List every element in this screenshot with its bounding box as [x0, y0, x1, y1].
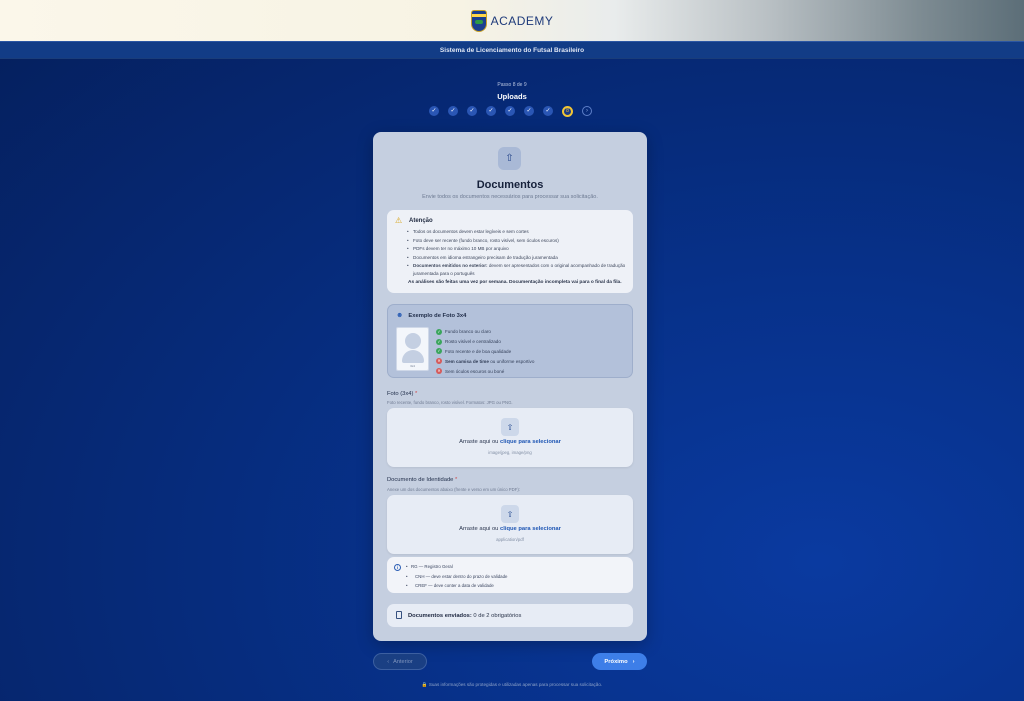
requirement-item: ✓ Fundo branco ou claro [436, 327, 534, 337]
attention-item: Foto deve ser recente (fundo branco, ros… [407, 237, 633, 246]
sample-label: 3x4 [410, 364, 415, 368]
attention-header: ⚠ Atenção [395, 217, 433, 225]
upload-icon: ⇧ [501, 505, 519, 523]
id-field-hint: Anexe um dos documentos abaixo (frente e… [387, 487, 521, 492]
photo-example-title: Exemplo de Foto 3x4 [408, 312, 467, 319]
system-title: Sistema de Licenciamento do Futsal Brasi… [439, 46, 585, 54]
id-doc-item: CREF — deve conter a data de validade [406, 581, 508, 591]
dropzone-prefix: Arraste aqui ou [459, 526, 501, 532]
accepted-types: image/jpeg, image/png [488, 450, 532, 455]
cbfs-crest-icon [470, 9, 487, 32]
top-banner: ACADEMY [0, 0, 1024, 41]
id-doc-item: CNH — deve estar dentro do prazo de vali… [406, 572, 507, 582]
id-label-text: Documento de Identidade [387, 477, 454, 483]
step-7-done[interactable]: ✓ [543, 106, 553, 116]
upload-icon: ⇧ [501, 418, 519, 436]
warning-icon: ⚠ [395, 216, 403, 225]
dropzone-prefix: Arraste aqui ou [459, 439, 501, 445]
attention-item: Todos os documentos devem estar legíveis… [407, 228, 633, 237]
step-1-done[interactable]: ✓ [429, 106, 439, 116]
photo-field-hint: Foto recente, fundo branco, rosto visíve… [387, 400, 513, 405]
step-4-done[interactable]: ✓ [486, 106, 496, 116]
id-dropzone[interactable]: ⇧ Arraste aqui ou clique para selecionar… [387, 495, 633, 554]
requirement-text: Fundo branco ou claro [445, 329, 491, 335]
privacy-note: 🔒 Suas informações são protegidas e util… [0, 682, 1024, 688]
check-icon: ✓ [436, 348, 442, 355]
attention-title: Atenção [409, 218, 433, 224]
cross-icon: ✕ [436, 368, 442, 375]
cross-icon: ✕ [436, 358, 442, 365]
step-9-next: › [582, 106, 592, 116]
requirement-item: ✓ Foto recente e de boa qualidade [436, 347, 534, 357]
dropzone-text: Arraste aqui ou clique para selecionar [387, 439, 633, 445]
back-label: Anterior [393, 658, 413, 665]
step-5-done[interactable]: ✓ [505, 106, 515, 116]
photo-label-text: Foto (3x4) [387, 391, 414, 397]
requirement-item: ✕ Sem camisa de time ou uniforme esportiv… [436, 356, 534, 366]
id-info-panel: i RG — Registro Geral CNH — deve estar d… [387, 557, 633, 593]
documents-sent-status: Documentos enviados: 0 de 2 obrigatórios [387, 604, 633, 627]
check-icon: ✓ [436, 338, 442, 345]
attention-list: Todos os documentos devem estar legíveis… [407, 228, 633, 277]
requirement-item: ✓ Rosto visível e centralizado [436, 337, 534, 347]
step-3-done[interactable]: ✓ [467, 106, 477, 116]
select-file-link[interactable]: clique para selecionar [500, 439, 561, 445]
photo-field-label: Foto (3x4) * [387, 391, 417, 397]
next-button[interactable]: Próximo › [592, 653, 647, 670]
photo-dropzone[interactable]: ⇧ Arraste aqui ou clique para selecionar… [387, 408, 633, 467]
lock-icon: 🔒 [421, 682, 428, 687]
sent-value: 0 de 2 obrigatórios [471, 613, 522, 619]
id-doc-item: RG — Registro Geral [406, 562, 508, 572]
attention-footer: As análises são feitas uma vez por seman… [408, 280, 622, 285]
brand-logo[interactable]: ACADEMY [470, 9, 554, 32]
card-subtitle: Envie todos os documentos necessários pa… [422, 194, 598, 200]
requirement-text: Rosto visível e centralizado [445, 339, 501, 345]
sent-status-text: Documentos enviados: 0 de 2 obrigatórios [408, 613, 521, 619]
chevron-right-icon: › [632, 658, 635, 665]
brand-text: ACADEMY [490, 13, 554, 28]
accepted-types: application/pdf [496, 537, 524, 542]
requirement-item: ✕ Sem óculos escuros ou boné [436, 366, 534, 376]
documents-card: ⇧ Documentos Envie todos os documentos n… [373, 132, 647, 641]
sample-photo: 3x4 [396, 327, 429, 371]
step-6-done[interactable]: ✓ [524, 106, 534, 116]
step-2-done[interactable]: ✓ [448, 106, 458, 116]
foreign-bold: Documentos emitidos no exterior: [413, 263, 488, 269]
requirement-text: Sem óculos escuros ou boné [445, 368, 505, 374]
person-icon: ☻ [396, 312, 404, 319]
photo-requirements: ✓ Fundo branco ou claro ✓ Rosto visível e … [436, 327, 534, 376]
attention-item: Documentos em idioma estrangeiro precisa… [407, 254, 633, 263]
select-file-link[interactable]: clique para selecionar [500, 526, 561, 532]
attention-item-foreign: Documentos emitidos no exterior: devem s… [407, 262, 633, 276]
sample-body-shape [402, 350, 424, 363]
step-name: Uploads [497, 92, 527, 101]
attention-panel: ⚠ Atenção Todos os documentos devem esta… [387, 210, 633, 293]
required-mark: * [415, 391, 418, 397]
id-field-label: Documento de Identidade * [387, 477, 457, 483]
card-title: Documentos [476, 179, 544, 191]
step-8-current[interactable]: 8 [562, 105, 573, 117]
requirement-text: Foto recente e de boa qualidade [445, 348, 512, 354]
back-button[interactable]: ‹ Anterior [373, 653, 427, 670]
upload-icon: ⇧ [498, 147, 521, 170]
chevron-left-icon: ‹ [387, 658, 390, 665]
wizard-stepper: ✓ ✓ ✓ ✓ ✓ ✓ ✓ 8 › [429, 105, 592, 117]
check-icon: ✓ [436, 328, 442, 335]
sample-head-shape [405, 333, 421, 349]
requirement-text: Sem camisa de time ou uniforme esportivo [445, 358, 535, 364]
required-mark: * [455, 477, 458, 483]
privacy-text: Suas informações são protegidas e utiliz… [428, 682, 603, 687]
id-document-list: RG — Registro Geral CNH — deve estar den… [406, 562, 508, 591]
attention-item: PDFs devem ter no máximo 10 MB por arqui… [407, 245, 633, 254]
next-label: Próximo [604, 658, 628, 665]
document-icon [396, 611, 402, 619]
photo-example-header: ☻ Exemplo de Foto 3x4 [396, 312, 466, 319]
info-icon: i [394, 564, 401, 571]
photo-example-panel: ☻ Exemplo de Foto 3x4 3x4 ✓ Fundo branco … [387, 304, 633, 378]
dropzone-text: Arraste aqui ou clique para selecionar [387, 526, 633, 532]
sent-label: Documentos enviados: [408, 613, 472, 619]
system-title-bar: Sistema de Licenciamento do Futsal Brasi… [0, 41, 1024, 59]
step-counter: Passo 8 de 9 [497, 82, 527, 88]
